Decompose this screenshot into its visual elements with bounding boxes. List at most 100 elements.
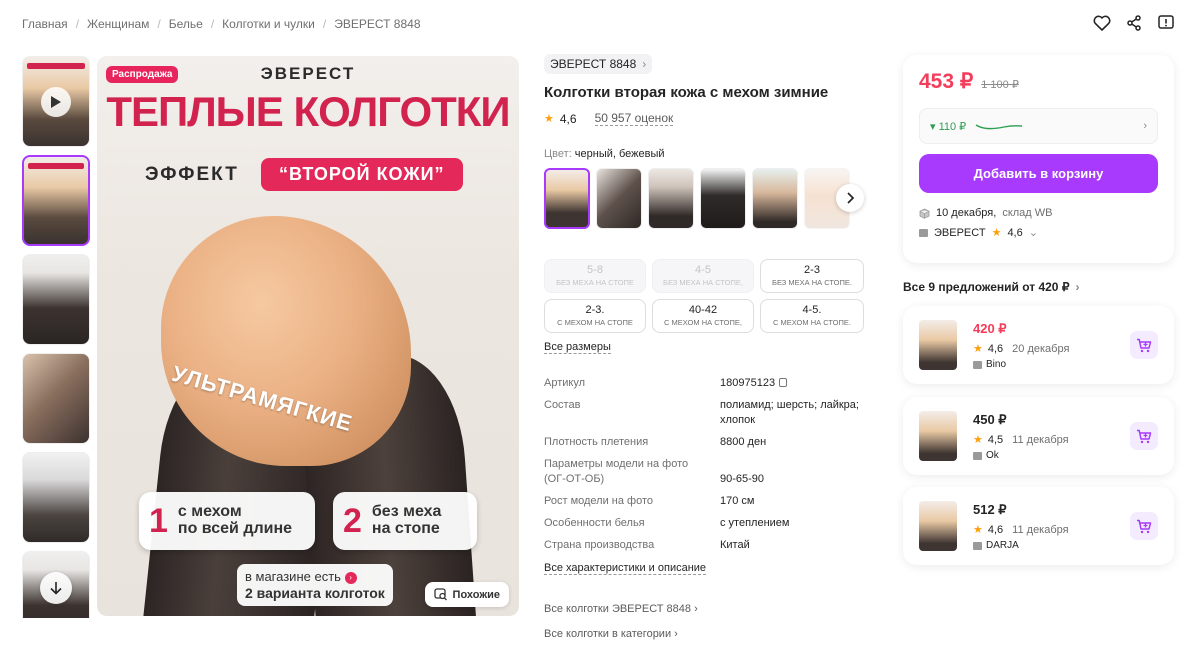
delivery-source: склад WB (1002, 207, 1053, 219)
offer-add-to-cart-button[interactable] (1130, 512, 1158, 540)
breadcrumb-brand[interactable]: ЭВЕРЕСТ 8848 (334, 17, 420, 31)
old-price: 1 100 ₽ (981, 79, 1019, 91)
offer-rating-row: ★ 4,5 11 декабря (973, 433, 1069, 447)
breadcrumb-women[interactable]: Женщинам (87, 17, 149, 31)
thumbnail-image-2[interactable] (22, 254, 90, 345)
offer-date: 11 декабря (1012, 433, 1069, 446)
spec-key: Артикул (544, 377, 586, 389)
color-variant[interactable] (700, 168, 746, 229)
color-variant[interactable] (752, 168, 798, 229)
chevron-right-icon[interactable] (836, 184, 864, 212)
thumbnail-image-1[interactable] (22, 155, 90, 246)
offer-thumbnail (919, 411, 957, 461)
spec-key: Параметры модели на фото (ОГ-ОТ-ОБ) (544, 458, 689, 485)
main-product-image[interactable]: ЭВЕРЕСТ Распродажа ТЕПЛЫЕ КОЛГОТКИ ЭФФЕК… (97, 56, 519, 616)
cart-icon (1137, 519, 1152, 533)
offer-seller-row: DARJA (973, 540, 1019, 551)
offer-thumbnail (919, 501, 957, 551)
spec-value: Китай (720, 539, 750, 551)
offer-card[interactable]: 420 ₽ ★ 4,6 20 декабря Bino (903, 306, 1174, 384)
option-text-line: без меха (371, 503, 442, 521)
breadcrumb-separator: / (75, 17, 80, 31)
thumbnail-banner (28, 163, 84, 169)
image-second-skin-pill: “ВТОРОЙ КОЖИ” (261, 158, 463, 191)
product-title: Колготки вторая кожа с мехом зимние (544, 84, 829, 101)
spec-value: 170 см (720, 495, 755, 507)
spec-value: с утеплением (720, 517, 790, 529)
image-effect-text: ЭФФЕКТ (145, 164, 239, 185)
heart-icon[interactable] (1092, 13, 1112, 33)
offer-rating: 4,6 (987, 523, 1004, 536)
option-text: с мехом по всей длине (178, 503, 292, 538)
all-characteristics-link[interactable]: Все характеристики и описание (544, 562, 707, 575)
play-icon[interactable] (41, 87, 71, 117)
link-label: Все колготки в категории (544, 628, 672, 640)
brand-chip-label: ЭВЕРЕСТ 8848 (550, 57, 637, 71)
similar-button[interactable]: Похожие (424, 582, 509, 607)
size-option[interactable]: 5-8 БЕЗ МЕХА НА СТОПЕ (544, 259, 646, 293)
spec-row: Параметры модели на фото (ОГ-ОТ-ОБ) 90-65… (544, 457, 868, 487)
product-info: ЭВЕРЕСТ 8848 › Колготки вторая кожа с ме… (544, 54, 868, 640)
spec-key: Страна производства (544, 539, 655, 551)
breadcrumb-tights[interactable]: Колготки и чулки (222, 17, 315, 31)
offer-price: 450 ₽ (973, 412, 1007, 427)
size-option[interactable]: 40-42 С МЕХОМ НА СТОПЕ, (652, 299, 754, 333)
seller-name: ЭВЕРЕСТ (934, 226, 986, 239)
size-option[interactable]: 2-3 БЕЗ МЕХА НА СТОПЕ. (760, 259, 864, 293)
size-note: С МЕХОМ НА СТОПЕ. (773, 318, 851, 327)
spec-value: 90-65-90 (720, 473, 765, 485)
breadcrumb-home[interactable]: Главная (22, 17, 68, 31)
share-icon[interactable] (1124, 13, 1144, 33)
size-note: С МЕХОМ НА СТОПЕ, (664, 318, 742, 327)
thumbnail-scroll-down[interactable] (22, 568, 90, 608)
thumbnail-image-3[interactable] (22, 353, 90, 444)
color-variant[interactable] (596, 168, 642, 229)
chevron-right-icon: › (642, 57, 647, 71)
report-icon[interactable] (1156, 13, 1176, 33)
sale-badge: Распродажа (106, 66, 179, 83)
spec-row: Особенности белья с утеплением (544, 516, 868, 531)
current-price: 453 ₽ (919, 70, 974, 93)
shop-icon (973, 451, 982, 460)
specs-table: Артикул 180975123 Состав полиамид; шерсть;… (544, 376, 868, 553)
size-option[interactable]: 2-3. С МЕХОМ НА СТОПЕ (544, 299, 646, 333)
offer-card[interactable]: 512 ₽ ★ 4,6 11 декабря DARJA (903, 487, 1174, 565)
delivery-info: 10 декабря, склад WB (919, 207, 1158, 219)
offer-seller: Bino (986, 359, 1007, 370)
thumbnail-image-4[interactable] (22, 452, 90, 543)
shop-icon (919, 228, 928, 237)
color-variant[interactable] (648, 168, 694, 229)
all-brand-tights-link[interactable]: Все колготки ЭВЕРЕСТ 8848 › (544, 603, 868, 615)
seller-info[interactable]: ЭВЕРЕСТ ★ 4,6 ⌄ (919, 226, 1158, 239)
reviews-link[interactable]: 50 957 оценок (594, 111, 674, 126)
box-icon (919, 208, 930, 219)
spec-row: Страна производства Китай (544, 538, 868, 553)
add-to-cart-button[interactable]: Добавить в корзину (919, 154, 1158, 193)
offers-title[interactable]: Все 9 предложений от 420 ₽ › (903, 280, 1079, 294)
rating-row: ★ 4,6 50 957 оценок (544, 111, 868, 126)
size-option[interactable]: 4-5. С МЕХОМ НА СТОПЕ. (760, 299, 864, 333)
thumbnail-video[interactable] (22, 56, 90, 147)
all-category-tights-link[interactable]: Все колготки в категории › (544, 628, 868, 640)
star-icon: ★ (973, 434, 983, 446)
delivery-date: 10 декабря, (936, 207, 997, 219)
all-sizes-link[interactable]: Все размеры (544, 341, 611, 354)
size-option[interactable]: 4-5 БЕЗ МЕХА НА СТОПЕ, (652, 259, 754, 293)
color-variant[interactable] (544, 168, 590, 229)
spec-row: Плотность плетения 8800 ден (544, 435, 868, 450)
option-card-without-fur: 2 без меха на стопе (333, 492, 477, 550)
offer-card[interactable]: 450 ₽ ★ 4,5 11 декабря Ok (903, 397, 1174, 475)
arrow-down-icon[interactable] (40, 572, 72, 604)
offer-seller-row: Ok (973, 450, 999, 461)
breadcrumb-underwear[interactable]: Белье (169, 17, 203, 31)
option-number: 1 (149, 501, 168, 540)
offer-add-to-cart-button[interactable] (1130, 422, 1158, 450)
chevron-right-icon: › (674, 628, 678, 640)
copy-icon[interactable] (779, 378, 788, 387)
offers-title-label: Все 9 предложений от 420 ₽ (903, 280, 1070, 294)
offer-add-to-cart-button[interactable] (1130, 331, 1158, 359)
seller-rating: 4,6 (1007, 226, 1023, 239)
brand-chip[interactable]: ЭВЕРЕСТ 8848 › (544, 54, 653, 74)
star-icon: ★ (991, 227, 1002, 239)
wallet-discount[interactable]: ▾ 110 ₽ › (919, 108, 1158, 144)
